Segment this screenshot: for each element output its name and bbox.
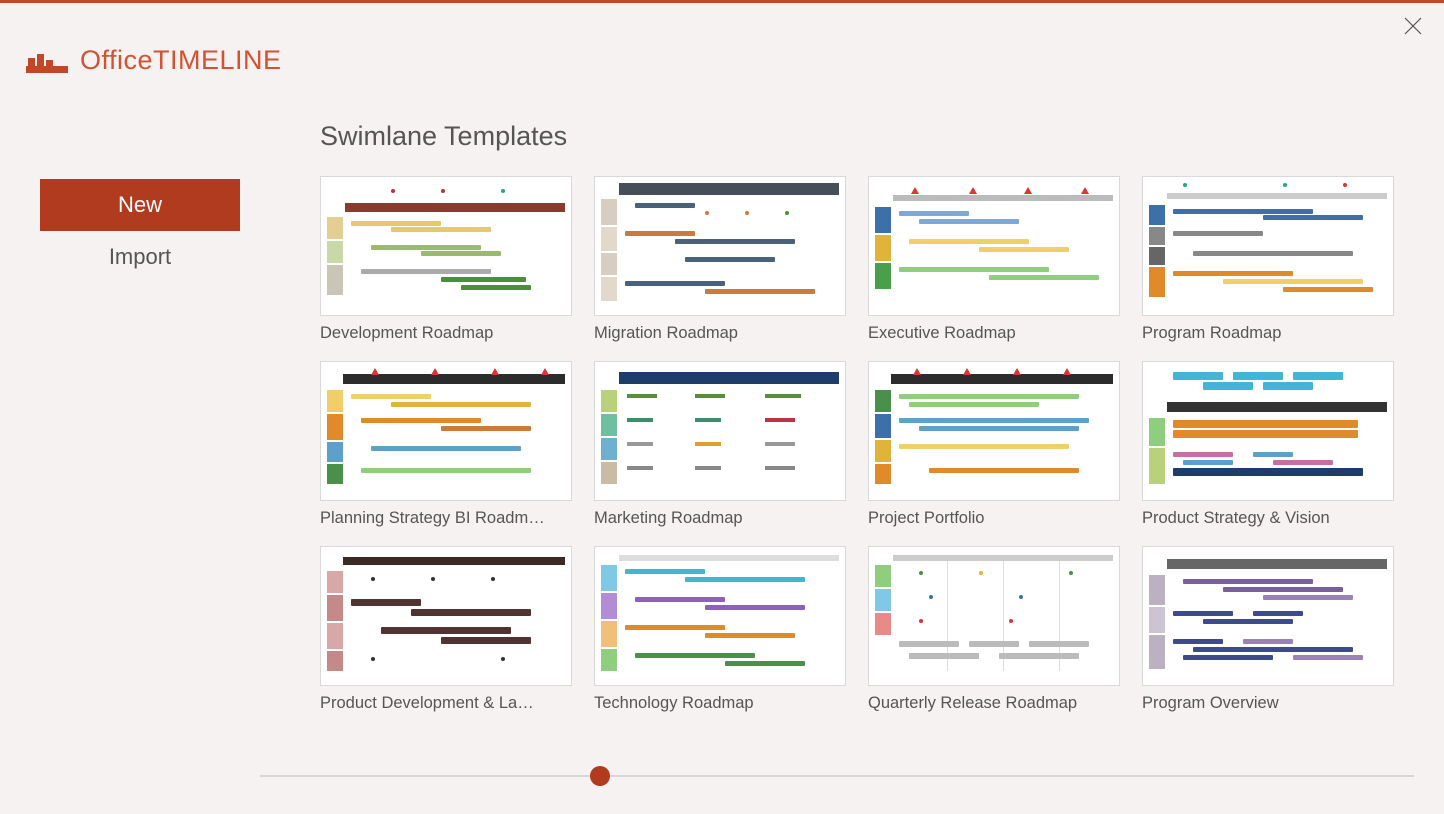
- template-thumb: [594, 361, 846, 501]
- sidebar: New Import: [40, 179, 240, 283]
- template-card-program-overview[interactable]: Program Overview: [1142, 546, 1394, 713]
- logo-text: OfficeTIMELINE: [80, 45, 282, 76]
- template-label: Product Strategy & Vision: [1142, 509, 1394, 528]
- template-label: Planning Strategy BI Roadm…: [320, 509, 572, 528]
- template-card-migration-roadmap[interactable]: Migration Roadmap: [594, 176, 846, 343]
- template-card-program-roadmap[interactable]: Program Roadmap: [1142, 176, 1394, 343]
- template-thumb: [320, 361, 572, 501]
- app-logo: OfficeTIMELINE: [26, 45, 282, 76]
- horizontal-scrollbar[interactable]: [260, 775, 1414, 777]
- template-thumb: [868, 546, 1120, 686]
- template-card-product-strategy-vision[interactable]: Product Strategy & Vision: [1142, 361, 1394, 528]
- template-card-quarterly-release-roadmap[interactable]: Quarterly Release Roadmap: [868, 546, 1120, 713]
- template-card-marketing-roadmap[interactable]: Marketing Roadmap: [594, 361, 846, 528]
- template-thumb: [320, 546, 572, 686]
- template-thumb: [1142, 546, 1394, 686]
- template-label: Migration Roadmap: [594, 324, 846, 343]
- template-thumb: [1142, 361, 1394, 501]
- template-thumb: [868, 176, 1120, 316]
- template-label: Technology Roadmap: [594, 694, 846, 713]
- template-thumb: [594, 176, 846, 316]
- template-thumb: [1142, 176, 1394, 316]
- template-label: Executive Roadmap: [868, 324, 1120, 343]
- template-card-planning-strategy-bi-roadmap[interactable]: Planning Strategy BI Roadm…: [320, 361, 572, 528]
- logo-icon: [26, 46, 68, 76]
- template-card-product-development-launch[interactable]: Product Development & La…: [320, 546, 572, 713]
- template-thumb: [868, 361, 1120, 501]
- template-label: Product Development & La…: [320, 694, 572, 713]
- main-content: Swimlane Templates Development Roadmap: [320, 121, 1414, 713]
- template-label: Program Roadmap: [1142, 324, 1394, 343]
- template-card-technology-roadmap[interactable]: Technology Roadmap: [594, 546, 846, 713]
- template-card-development-roadmap[interactable]: Development Roadmap: [320, 176, 572, 343]
- sidebar-item-new[interactable]: New: [40, 179, 240, 231]
- template-label: Quarterly Release Roadmap: [868, 694, 1120, 713]
- template-thumb: [594, 546, 846, 686]
- template-card-executive-roadmap[interactable]: Executive Roadmap: [868, 176, 1120, 343]
- page-title: Swimlane Templates: [320, 121, 1414, 152]
- scrollbar-thumb[interactable]: [590, 766, 610, 786]
- template-card-project-portfolio[interactable]: Project Portfolio: [868, 361, 1120, 528]
- sidebar-item-import[interactable]: Import: [40, 231, 240, 283]
- template-thumb: [320, 176, 572, 316]
- template-label: Program Overview: [1142, 694, 1394, 713]
- template-grid: Development Roadmap Migration Roadmap: [320, 176, 1414, 713]
- template-label: Project Portfolio: [868, 509, 1120, 528]
- close-button[interactable]: [1404, 17, 1422, 35]
- template-label: Development Roadmap: [320, 324, 572, 343]
- template-label: Marketing Roadmap: [594, 509, 846, 528]
